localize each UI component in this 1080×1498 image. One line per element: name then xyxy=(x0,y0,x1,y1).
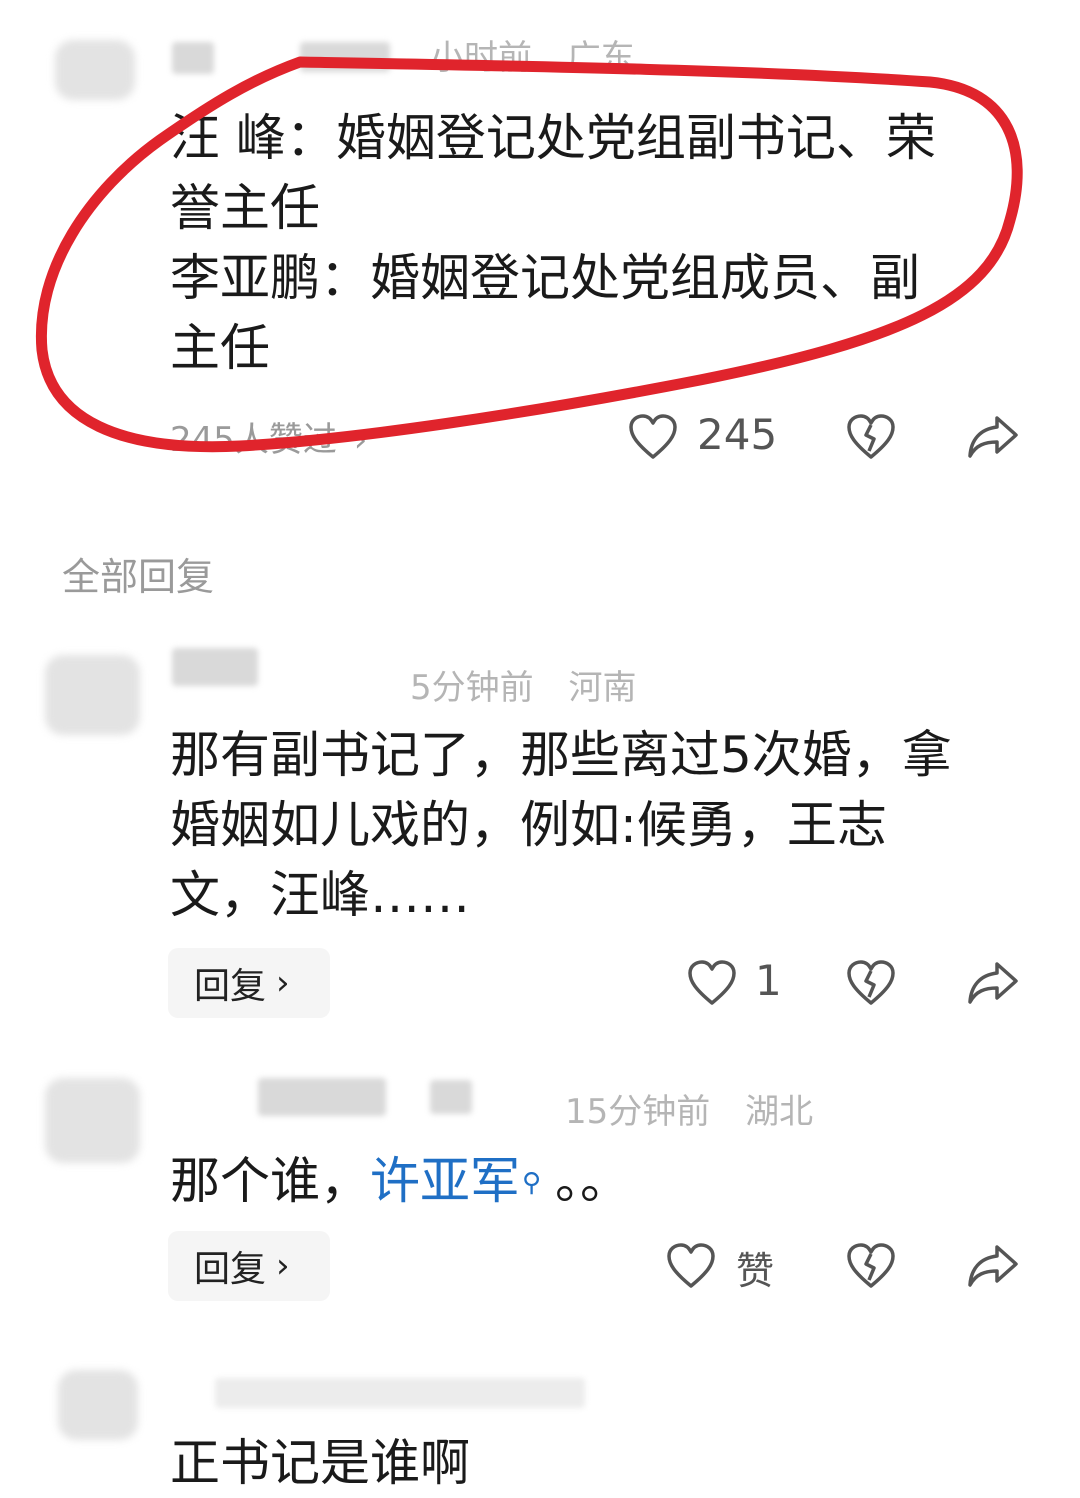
search-icon[interactable]: ⚲ xyxy=(522,1168,541,1198)
avatar[interactable] xyxy=(45,655,140,735)
avatar[interactable] xyxy=(58,1370,138,1440)
like-count: 1 xyxy=(755,956,782,1005)
comment-line: 那有副书记了，那些离过5次婚，拿 xyxy=(170,726,952,784)
section-title: 全部回复 xyxy=(62,555,215,599)
comment-text: 那有副书记了，那些离过5次婚，拿 婚姻如儿戏的，例如:候勇，王志 文，汪峰…… xyxy=(170,720,1030,930)
comment-text-suffix: 。。 xyxy=(555,1152,631,1210)
chevron-right-icon: › xyxy=(276,1246,290,1286)
comment-text: 那个谁，许亚军⚲ 。。 xyxy=(170,1146,630,1216)
avatar[interactable] xyxy=(45,1078,140,1163)
reply-label: 回复 xyxy=(194,966,267,1007)
dislike-heart-icon[interactable] xyxy=(846,959,896,1007)
reply-label: 回复 xyxy=(194,1249,267,1290)
dislike-heart-icon[interactable] xyxy=(846,1242,896,1290)
comment-location: 河南 xyxy=(568,668,637,708)
comment-meta: 5分钟前 河南 xyxy=(410,660,636,709)
user-badge-blurred xyxy=(430,1080,472,1114)
comment-meta: 15分钟前 湖北 xyxy=(565,1084,813,1133)
heart-icon[interactable] xyxy=(666,1242,716,1290)
username-blurred[interactable] xyxy=(258,1078,386,1116)
comment-line: 文，汪峰…… xyxy=(170,866,470,924)
chevron-right-icon: › xyxy=(276,963,290,1003)
username-blurred[interactable] xyxy=(215,1378,585,1408)
share-icon[interactable] xyxy=(967,960,1019,1006)
comment-line: 婚姻如儿戏的，例如:候勇，王志 xyxy=(170,796,887,854)
highlight-circle xyxy=(35,56,1023,453)
comment-location: 湖北 xyxy=(745,1092,814,1132)
share-icon[interactable] xyxy=(967,1243,1019,1289)
heart-icon[interactable] xyxy=(687,959,737,1007)
comment-text-prefix: 那个谁， xyxy=(170,1152,370,1210)
comment-time: 5分钟前 xyxy=(410,668,534,708)
like-label: 赞 xyxy=(736,1249,775,1293)
reply-button[interactable]: 回复 › xyxy=(168,948,330,1018)
mention-link[interactable]: 许亚军 xyxy=(370,1152,520,1210)
username-blurred[interactable] xyxy=(172,648,258,686)
comment-text: 正书记是谁啊 xyxy=(170,1434,470,1492)
comment-time: 15分钟前 xyxy=(565,1092,711,1132)
reply-button[interactable]: 回复 › xyxy=(168,1231,330,1301)
